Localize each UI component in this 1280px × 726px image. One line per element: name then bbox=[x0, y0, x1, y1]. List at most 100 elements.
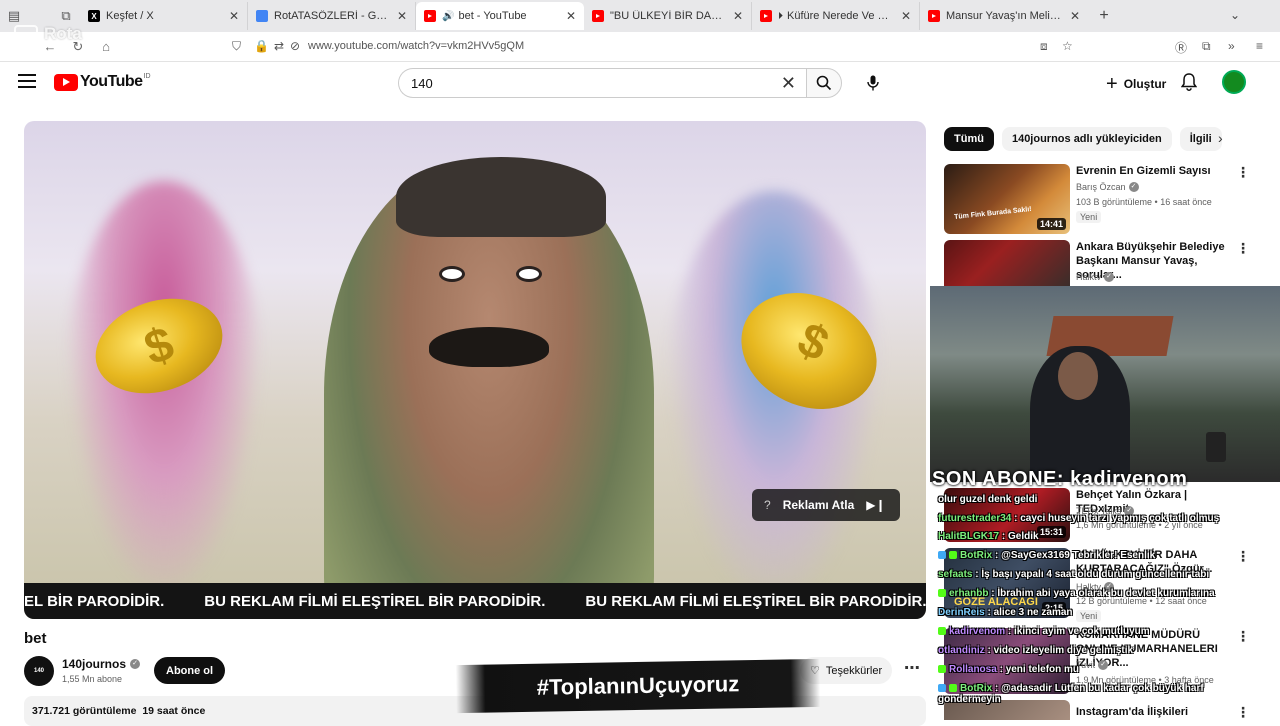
permissions-icon[interactable]: ⇄ bbox=[274, 39, 284, 53]
chat-username: BotRix bbox=[960, 550, 993, 561]
browser-tab[interactable]: ⏵ Küfüre Nerede Ve Nasıl İhtiy ✕ bbox=[752, 2, 920, 30]
chat-text: ikinci ayim ve çok mutluyum bbox=[1014, 626, 1150, 637]
picture-in-picture-icon[interactable]: ⧈ bbox=[1040, 39, 1048, 54]
close-tab-icon[interactable]: ✕ bbox=[229, 9, 239, 23]
youtube-logo[interactable]: YouTube ID bbox=[54, 73, 151, 91]
chip-related[interactable]: İlgili bbox=[1179, 127, 1222, 151]
extensions-icon[interactable]: ⧉ bbox=[1202, 39, 1211, 54]
extension-r-icon[interactable]: Ⓡ bbox=[1175, 39, 1187, 56]
video-thumbnail[interactable]: Tüm Fink Burada Saklı! 14:41 bbox=[944, 164, 1070, 234]
verified-badge-icon: ✓ bbox=[1104, 272, 1115, 282]
new-badge: Yeni bbox=[1076, 211, 1102, 223]
chip-uploader[interactable]: 140journos adlı yükleyiciden bbox=[1001, 127, 1172, 151]
subscriber-badge-icon bbox=[938, 665, 946, 674]
chevron-down-icon[interactable]: ⌄ bbox=[1230, 8, 1240, 22]
video-player[interactable]: $ $ ? Reklamı Atla ▶❙ EL BİR PARODİDİR. … bbox=[24, 121, 926, 619]
verified-badge-icon: ✓ bbox=[130, 659, 141, 669]
bookmark-star-icon[interactable]: ☆ bbox=[1062, 39, 1073, 53]
recommendation-channel[interactable]: Halktv ✓ bbox=[1076, 272, 1115, 282]
close-tab-icon[interactable]: ✕ bbox=[733, 9, 743, 23]
browser-tab[interactable]: RotATASÖZLERİ - Google Dokü ✕ bbox=[248, 2, 416, 30]
recommendation-item[interactable]: Ankara Büyükşehir Belediye Başkanı Mansu… bbox=[944, 240, 1264, 286]
close-tab-icon[interactable]: ✕ bbox=[901, 9, 911, 23]
hamburger-menu-icon[interactable] bbox=[18, 74, 36, 88]
subscribe-button[interactable]: Abone ol bbox=[154, 657, 226, 684]
voice-search-button[interactable] bbox=[858, 68, 888, 98]
more-options-icon[interactable]: ⋮ bbox=[1236, 704, 1250, 721]
x-icon: X bbox=[88, 10, 100, 22]
tab-title: Küfüre Nerede Ve Nasıl İhtiy bbox=[787, 10, 895, 22]
thanks-label: Teşekkürler bbox=[825, 664, 883, 677]
streamer-figure bbox=[1058, 352, 1098, 400]
search-box[interactable]: ✕ bbox=[398, 68, 806, 98]
browser-tab[interactable]: Mansur Yavaş'ın Melih Gökçek C ✕ bbox=[920, 2, 1088, 30]
stream-brand-overlay: Rota bbox=[14, 24, 82, 44]
home-icon[interactable]: ⌂ bbox=[92, 33, 120, 61]
recommendation-title[interactable]: Evrenin En Gizemli Sayısı bbox=[1076, 164, 1236, 178]
rota-logo-icon bbox=[14, 25, 38, 43]
notifications-bell-icon[interactable] bbox=[1180, 73, 1198, 96]
streamer-webcam bbox=[930, 286, 1280, 482]
more-actions-icon[interactable]: ⋯ bbox=[898, 658, 926, 684]
chat-text: cayci huseyin tarzı yapmış çok tatlı olm… bbox=[1020, 513, 1220, 524]
browser-tab[interactable]: X Keşfet / X ✕ bbox=[80, 2, 248, 30]
url-field[interactable]: www.youtube.com/watch?v=vkm2HVv5gQM bbox=[308, 40, 524, 52]
video-thumbnail[interactable] bbox=[944, 240, 1070, 286]
skip-ad-button[interactable]: ? Reklamı Atla ▶❙ bbox=[752, 489, 900, 521]
menu-icon[interactable]: ≡ bbox=[1256, 39, 1263, 53]
chat-message: futurestrader34 : cayci huseyin tarzı ya… bbox=[938, 513, 1220, 524]
microphone-icon bbox=[867, 75, 879, 91]
chat-message: HalitBLGK17 : Geldik bbox=[938, 531, 1039, 542]
search-icon bbox=[816, 75, 832, 91]
recommendation-channel[interactable]: Barış Özcan ✓ bbox=[1076, 182, 1139, 192]
speaker-icon[interactable]: 🔊 bbox=[442, 11, 454, 22]
tab-title: Mansur Yavaş'ın Melih Gökçek C bbox=[946, 10, 1064, 22]
stream-hashtag-banner: #ToplanınUçuyoruz bbox=[455, 658, 821, 714]
verified-badge-icon bbox=[949, 684, 957, 693]
more-options-icon[interactable]: ⋮ bbox=[1236, 628, 1250, 645]
chat-text: İş başı yapalı 4 saat oldu durum güncell… bbox=[981, 569, 1210, 580]
clear-search-icon[interactable]: ✕ bbox=[781, 73, 796, 94]
ad-info-icon[interactable]: ? bbox=[764, 498, 771, 512]
subscriber-count: 1,55 Mn abone bbox=[62, 674, 123, 684]
recommendation-channel[interactable]: Tuvit ✓ bbox=[1076, 660, 1109, 670]
close-tab-icon[interactable]: ✕ bbox=[566, 9, 576, 23]
more-options-icon[interactable]: ⋮ bbox=[1236, 164, 1250, 181]
verified-badge-icon: ✓ bbox=[1098, 660, 1109, 670]
chat-text: İbrahim abi yaya olarak bu devlet kuruml… bbox=[997, 588, 1215, 599]
chat-message: BotRix : @SayGex3169 Tebrikler! Esenlik bbox=[938, 550, 1155, 561]
account-avatar[interactable] bbox=[1222, 70, 1246, 94]
tab-title: Keşfet / X bbox=[106, 10, 154, 22]
shield-icon[interactable]: ⛉ bbox=[232, 39, 241, 54]
chevron-right-icon[interactable]: › bbox=[1218, 130, 1223, 146]
docs-icon bbox=[256, 10, 268, 22]
play-circle-icon: ⏵ bbox=[778, 10, 783, 22]
video-frame-detail bbox=[396, 157, 606, 237]
more-options-icon[interactable]: ⋮ bbox=[1236, 548, 1250, 565]
chip-all[interactable]: Tümü bbox=[944, 127, 994, 151]
recommendation-item[interactable]: Tüm Fink Burada Saklı! 14:41 Evrenin En … bbox=[944, 164, 1264, 234]
recommendation-title[interactable]: Instagram'da İlişkileri bbox=[1076, 705, 1236, 719]
browser-tab-active[interactable]: 🔊 bet - YouTube ✕ bbox=[416, 2, 584, 30]
mute-icon[interactable]: ⊘ bbox=[290, 39, 300, 53]
close-tab-icon[interactable]: ✕ bbox=[397, 9, 407, 23]
tab-title: RotATASÖZLERİ - Google Dokü bbox=[274, 10, 391, 22]
video-title: bet bbox=[24, 630, 47, 647]
lock-icon[interactable]: 🔒 bbox=[254, 39, 269, 53]
channel-avatar[interactable]: 140 bbox=[24, 656, 54, 686]
video-frame-detail bbox=[429, 327, 549, 367]
close-tab-icon[interactable]: ✕ bbox=[1070, 9, 1080, 23]
new-tab-button[interactable]: + bbox=[1094, 7, 1114, 25]
overflow-chevron-icon[interactable]: » bbox=[1228, 39, 1235, 53]
youtube-header: YouTube ID ✕ + Oluştur bbox=[0, 62, 1280, 106]
channel-name[interactable]: 140journos ✓ bbox=[62, 657, 141, 671]
search-input[interactable] bbox=[411, 76, 761, 91]
browser-tab[interactable]: "BU ÜLKEYİ BİR DAHA KURTAR ✕ bbox=[584, 2, 752, 30]
chat-username: futurestrader34 bbox=[938, 513, 1012, 524]
skip-ad-label: Reklamı Atla bbox=[782, 498, 855, 512]
more-options-icon[interactable]: ⋮ bbox=[1236, 240, 1250, 257]
create-button[interactable]: + Oluştur bbox=[1096, 70, 1176, 98]
chat-text: olur guzel denk geldi bbox=[938, 494, 1038, 505]
chat-message: DerinReis : alice 3 ne zaman bbox=[938, 607, 1073, 618]
search-button[interactable] bbox=[806, 68, 842, 98]
